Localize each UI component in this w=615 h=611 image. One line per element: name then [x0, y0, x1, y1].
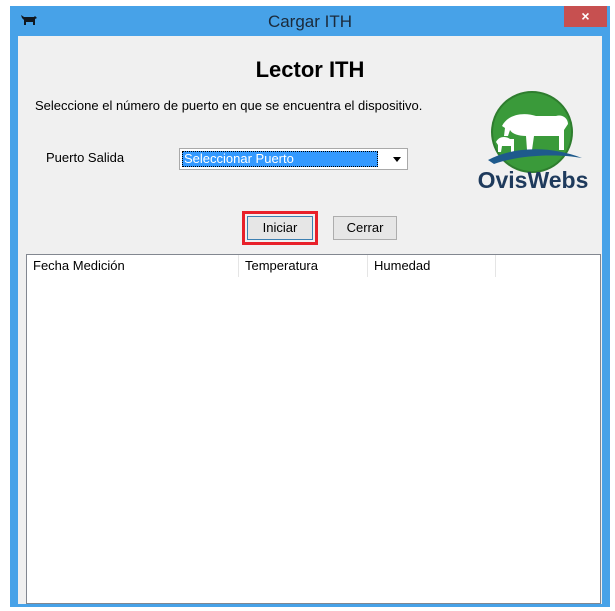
measurements-list[interactable]: Fecha Medición Temperatura Humedad [26, 254, 601, 604]
oviswebs-logo: OvisWebs [478, 91, 589, 193]
cerrar-button[interactable]: Cerrar [333, 216, 397, 240]
instruction-text: Seleccione el número de puerto en que se… [35, 98, 423, 113]
column-header-humedad[interactable]: Humedad [368, 255, 495, 277]
iniciar-button[interactable]: Iniciar [247, 216, 313, 240]
chevron-down-icon[interactable] [387, 149, 407, 169]
close-window-button[interactable]: × [564, 6, 607, 27]
port-select-value: Seleccionar Puerto [184, 151, 294, 166]
column-divider[interactable] [495, 255, 496, 277]
column-header-fecha[interactable]: Fecha Medición [27, 255, 238, 277]
window-title: Cargar ITH [267, 12, 353, 31]
cargar-ith-window: Cargar ITH × Lector ITH Seleccione el nú… [10, 6, 610, 607]
column-header-temperatura[interactable]: Temperatura [239, 255, 367, 277]
title-bar[interactable]: Cargar ITH × [10, 6, 610, 34]
client-area: Lector ITH Seleccione el número de puert… [18, 36, 602, 604]
port-select-selection: Seleccionar Puerto [182, 151, 378, 167]
port-select[interactable]: Seleccionar Puerto [179, 148, 408, 170]
logo-wordmark: OvisWebs [478, 167, 589, 193]
form-heading: Lector ITH [255, 57, 365, 82]
port-label: Puerto Salida [46, 150, 125, 165]
